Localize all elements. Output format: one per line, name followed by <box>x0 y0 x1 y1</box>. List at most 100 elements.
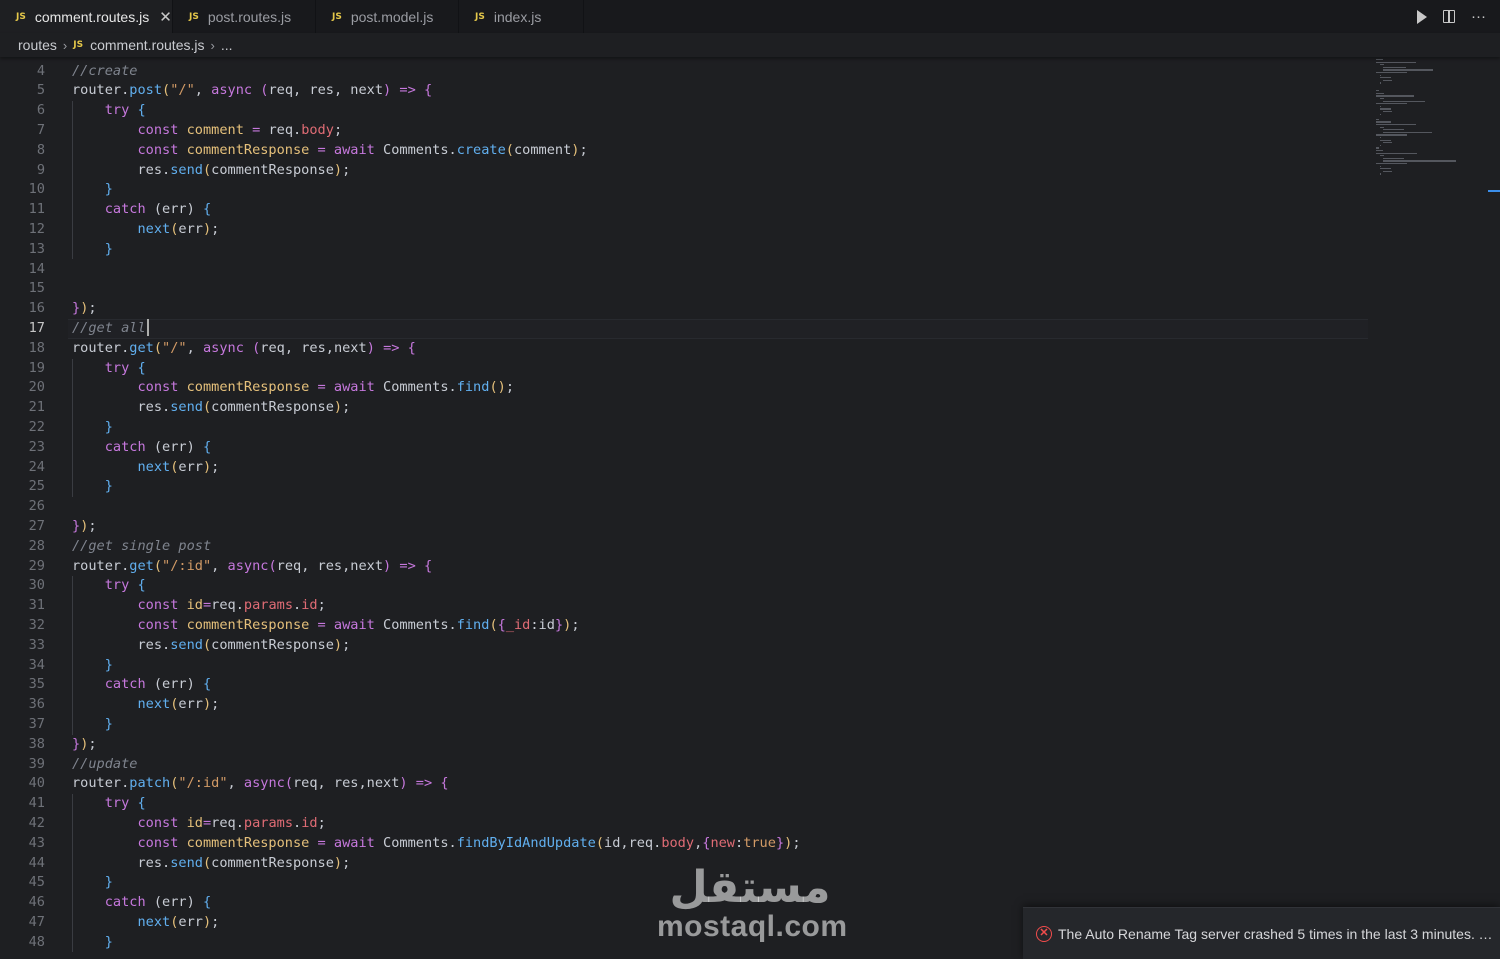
code-line[interactable]: 7 const comment = req.body; <box>0 121 1368 141</box>
code-line[interactable]: 9 res.send(commentResponse); <box>0 161 1368 181</box>
code-token: , <box>227 775 244 792</box>
breadcrumb-file[interactable]: comment.routes.js <box>90 37 204 53</box>
minimap-line <box>1379 126 1385 128</box>
code-line[interactable]: 15 <box>0 279 1368 299</box>
code-line[interactable]: 40 router.patch("/:id", async(req, res,ne… <box>0 774 1368 794</box>
code-line[interactable]: 20 const commentResponse = await Comment… <box>0 378 1368 398</box>
code-line[interactable]: 6 try { <box>0 101 1368 121</box>
tab-post-model[interactable]: JS post.model.js <box>316 0 459 33</box>
code-token: ; <box>211 913 220 930</box>
more-actions-icon[interactable]: ··· <box>1471 8 1486 25</box>
code-line[interactable]: 33 res.send(commentResponse); <box>0 636 1368 656</box>
code-line[interactable]: 27}); <box>0 517 1368 537</box>
run-icon[interactable] <box>1417 9 1427 24</box>
code-line[interactable]: 26 <box>0 497 1368 517</box>
code-token: } <box>72 517 81 534</box>
code-line[interactable]: 16}); <box>0 299 1368 319</box>
code-text: } <box>72 180 113 200</box>
error-notification[interactable]: ✕ The Auto Rename Tag server crashed 5 t… <box>1023 907 1500 959</box>
code-token: } <box>775 834 785 851</box>
code-token: Comments. <box>374 616 457 633</box>
line-number: 13 <box>28 240 45 257</box>
code-line[interactable]: 42 const id=req.params.id; <box>0 814 1368 834</box>
code-line[interactable]: 35 catch (err) { <box>0 675 1368 695</box>
code-line[interactable]: 37 } <box>0 715 1368 735</box>
line-number: 35 <box>28 676 45 693</box>
code-line[interactable]: 43 const commentResponse = await Comment… <box>0 834 1368 854</box>
code-line[interactable]: 34 } <box>0 656 1368 676</box>
breadcrumb-symbol[interactable]: ... <box>221 37 233 53</box>
code-text: router.get("/", async (req, res,next) =>… <box>72 339 416 359</box>
code-line[interactable]: 29 router.get("/:id", async(req, res,next… <box>0 557 1368 577</box>
code-line[interactable]: 22 } <box>0 418 1368 438</box>
code-token: await <box>333 379 375 396</box>
minimap-line <box>1379 98 1385 100</box>
split-editor-icon[interactable] <box>1443 10 1455 23</box>
code-token: get <box>129 339 154 356</box>
code-line[interactable]: 21 res.send(commentResponse); <box>0 398 1368 418</box>
tab-label: post.routes.js <box>207 8 292 25</box>
code-line[interactable]: 13 } <box>0 240 1368 260</box>
code-line[interactable]: 30 try { <box>0 576 1368 596</box>
code-line[interactable]: 11 catch (err) { <box>0 200 1368 220</box>
code-editor[interactable]: 4//create 5 router.post("/", async (req, r… <box>0 57 1368 959</box>
vertical-scrollbar[interactable] <box>1486 57 1500 959</box>
code-line[interactable]: 38}); <box>0 735 1368 755</box>
code-token: comment <box>186 121 244 138</box>
tab-bar: JS comment.routes.js ✕ JS post.routes.js… <box>0 0 1500 33</box>
code-line[interactable]: 19 try { <box>0 359 1368 379</box>
code-line[interactable]: 23 catch (err) { <box>0 438 1368 458</box>
tab-comment-routes[interactable]: JS comment.routes.js ✕ <box>0 0 173 33</box>
code-line[interactable]: 39 //update <box>0 755 1368 775</box>
code-line[interactable]: 4 //create <box>0 62 1368 82</box>
code-line[interactable]: 18 router.get("/", async (req, res,next) … <box>0 339 1368 359</box>
code-line[interactable]: 25 } <box>0 477 1368 497</box>
code-line[interactable]: 14 <box>0 260 1368 280</box>
code-token: . <box>293 814 302 831</box>
code-token: id <box>186 814 203 831</box>
code-token: ( <box>202 854 212 871</box>
code-token: => <box>399 82 416 99</box>
code-line[interactable]: 5 router.post("/", async (req, res, next)… <box>0 81 1368 101</box>
minimap-line <box>1379 137 1381 139</box>
code-line[interactable]: 41 try { <box>0 794 1368 814</box>
code-token: await <box>333 141 375 158</box>
close-icon[interactable]: ✕ <box>159 8 172 26</box>
code-line[interactable]: 17 //get all <box>0 318 1368 339</box>
code-token: ; <box>317 814 326 831</box>
tab-post-routes[interactable]: JS post.routes.js <box>173 0 316 33</box>
code-line[interactable]: 36 next(err); <box>0 695 1368 715</box>
code-token: res. <box>72 636 171 653</box>
code-token: { <box>137 577 146 594</box>
code-token: await <box>333 616 375 633</box>
js-file-icon: JS <box>16 11 26 22</box>
code-line[interactable]: 12 next(err); <box>0 220 1368 240</box>
code-line[interactable]: 10 } <box>0 180 1368 200</box>
code-line[interactable]: 24 next(err); <box>0 458 1368 478</box>
minimap-line <box>1379 165 1381 167</box>
code-token: params <box>243 814 294 831</box>
tab-index[interactable]: JS index.js <box>459 0 584 33</box>
code-token: ( <box>153 557 163 574</box>
code-token: "/:id" <box>162 557 212 574</box>
code-token: async <box>202 339 244 356</box>
code-token: ; <box>571 616 580 633</box>
minimap[interactable] <box>1368 57 1486 959</box>
code-token: //update <box>72 755 138 772</box>
code-line[interactable]: 28 //get single post <box>0 537 1368 557</box>
code-line[interactable]: 8 const commentResponse = await Comments… <box>0 141 1368 161</box>
code-text: res.send(commentResponse); <box>72 854 350 874</box>
code-line[interactable]: 31 const id=req.params.id; <box>0 596 1368 616</box>
code-token: ) <box>333 161 343 178</box>
minimap-line <box>1379 139 1392 141</box>
code-line[interactable]: 32 const commentResponse = await Comment… <box>0 616 1368 636</box>
line-number: 48 <box>28 933 45 950</box>
code-text: } <box>72 715 113 735</box>
breadcrumb-folder[interactable]: routes <box>18 37 57 53</box>
code-token: ) <box>383 557 392 574</box>
